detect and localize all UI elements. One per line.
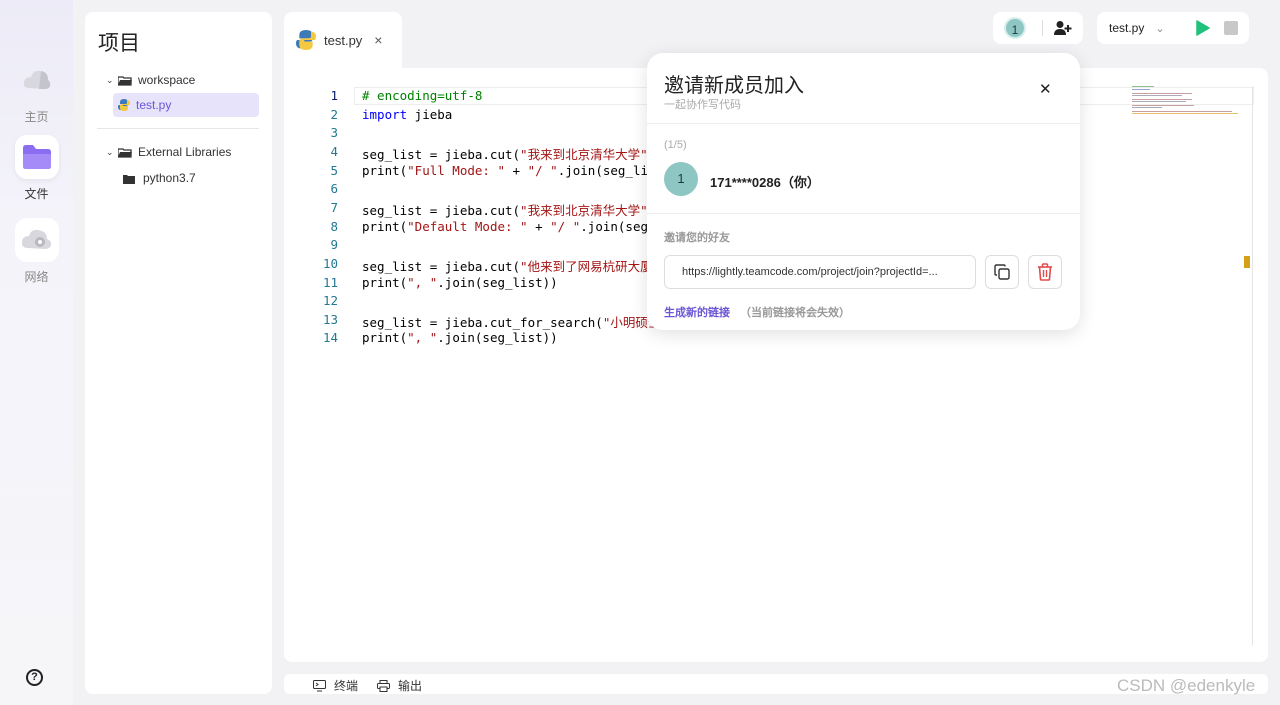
avatar[interactable]: 1 <box>1004 17 1026 39</box>
divider <box>647 213 1080 214</box>
rail-item-network[interactable]: 网络 <box>0 218 73 285</box>
line-number: 4 <box>330 143 338 159</box>
tree-item-python37[interactable]: python3.7 <box>123 166 196 190</box>
code-text: import jieba <box>362 106 453 122</box>
copy-icon <box>994 264 1010 280</box>
collaborators-box: 1 <box>993 12 1083 44</box>
chevron-down-icon: ⌄ <box>1155 22 1165 35</box>
tree-label: test.py <box>136 98 172 112</box>
file-select[interactable]: test.py ⌄ <box>1109 21 1165 35</box>
member-count: (1/5) <box>664 139 687 151</box>
chevron-down-icon[interactable]: ⌄ <box>106 147 118 158</box>
minimap[interactable] <box>1132 86 1238 116</box>
popup-title: 邀请新成员加入 <box>664 75 804 97</box>
line-number: 7 <box>330 199 338 215</box>
left-rail: 主页 文件 网络 ? <box>0 0 73 705</box>
line-number: 6 <box>330 181 338 197</box>
help-icon[interactable]: ? <box>26 669 43 686</box>
folder-icon <box>14 135 59 179</box>
code-text: seg_list = jieba.cut("他来到了网易杭研大厦 <box>362 258 653 274</box>
divider <box>647 123 1080 124</box>
add-user-icon[interactable] <box>1054 20 1072 41</box>
member-name: 171****0286（你） <box>710 175 820 190</box>
python-file-icon <box>118 99 130 111</box>
avatar: 1 <box>664 162 698 196</box>
folder-open-icon <box>117 75 132 86</box>
rail-item-files[interactable]: 文件 <box>0 135 73 202</box>
tree-label: External Libraries <box>138 145 232 159</box>
rail-label-files: 文件 <box>24 187 49 201</box>
chevron-down-icon[interactable]: ⌄ <box>106 75 118 86</box>
line-number: 11 <box>322 274 338 290</box>
project-panel: 项目 ⌄ workspace test.py ⌄ External Librar… <box>85 12 272 694</box>
monitor-icon <box>313 679 326 692</box>
code-text: print(", ".join(seg_list)) <box>362 330 558 346</box>
cloud-home-icon <box>15 58 59 102</box>
invite-link-field[interactable]: https://lightly.teamcode.com/project/joi… <box>664 255 976 289</box>
invite-popup: 邀请新成员加入 一起协作写代码 ✕ (1/5) 1 171****0286（你）… <box>647 53 1080 330</box>
watermark: CSDN @edenkyle <box>1117 676 1256 695</box>
run-controls: test.py ⌄ <box>1097 12 1249 44</box>
line-number: 5 <box>330 162 338 178</box>
generate-link-note: （当前链接将会失效） <box>740 307 850 319</box>
stop-icon[interactable] <box>1224 21 1238 35</box>
run-icon[interactable] <box>1196 20 1210 39</box>
line-number: 3 <box>330 125 338 141</box>
code-text: print(", ".join(seg_list)) <box>362 274 558 290</box>
line-number: 9 <box>330 237 338 253</box>
scroll-marker <box>1244 256 1250 268</box>
tree-item-external-libraries[interactable]: ⌄ External Libraries <box>106 140 231 164</box>
line-number: 2 <box>330 106 338 122</box>
code-text: print("Full Mode: " + "/ ".join(seg_lis <box>362 162 656 178</box>
close-icon[interactable]: × <box>374 32 382 48</box>
rail-item-home[interactable]: 主页 <box>0 58 73 125</box>
line-number: 13 <box>322 311 338 327</box>
generate-link-button[interactable]: 生成新的链接 <box>664 304 730 320</box>
tab-test-py[interactable]: test.py × <box>284 12 402 68</box>
vertical-scrollbar[interactable] <box>1252 86 1253 646</box>
terminal-button[interactable]: 终端 <box>313 677 358 694</box>
file-select-label: test.py <box>1109 21 1145 35</box>
terminal-label: 终端 <box>334 679 359 693</box>
network-cloud-icon <box>14 218 59 262</box>
divider <box>1042 20 1043 36</box>
code-text: seg_list = jieba.cut_for_search("小明硕士 <box>362 314 661 330</box>
tree-label: workspace <box>138 73 196 87</box>
code-text: # encoding=utf-8 <box>362 88 483 103</box>
folder-open-icon <box>117 147 132 158</box>
folder-icon <box>123 173 137 184</box>
divider <box>97 128 259 129</box>
popup-subtitle: 一起协作写代码 <box>664 99 741 111</box>
output-label: 输出 <box>398 679 423 693</box>
line-number: 14 <box>322 330 338 346</box>
line-number: 10 <box>322 255 338 271</box>
tree-item-test-py[interactable]: test.py <box>113 93 259 117</box>
line-number: 8 <box>330 218 338 234</box>
line-number: 12 <box>322 293 338 309</box>
close-icon[interactable]: ✕ <box>1039 80 1052 98</box>
tab-label: test.py <box>324 32 363 48</box>
trash-icon <box>1037 263 1053 281</box>
code-text: print("Default Mode: " + "/ ".join(seg_l <box>362 218 664 234</box>
line-number: 1 <box>330 88 338 103</box>
rail-label-network: 网络 <box>24 270 49 284</box>
code-text: seg_list = jieba.cut("我来到北京清华大学" <box>362 146 648 162</box>
output-button[interactable]: 输出 <box>377 677 422 694</box>
tree-label: python3.7 <box>143 171 196 185</box>
project-title: 项目 <box>98 32 140 55</box>
python-file-icon <box>296 30 316 50</box>
printer-icon <box>377 679 390 692</box>
code-text: seg_list = jieba.cut("我来到北京清华大学" <box>362 202 648 218</box>
delete-button[interactable] <box>1028 255 1062 289</box>
rail-label-home: 主页 <box>24 110 49 124</box>
tree-item-workspace[interactable]: ⌄ workspace <box>106 68 195 92</box>
copy-button[interactable] <box>985 255 1019 289</box>
invite-label: 邀请您的好友 <box>664 232 730 244</box>
